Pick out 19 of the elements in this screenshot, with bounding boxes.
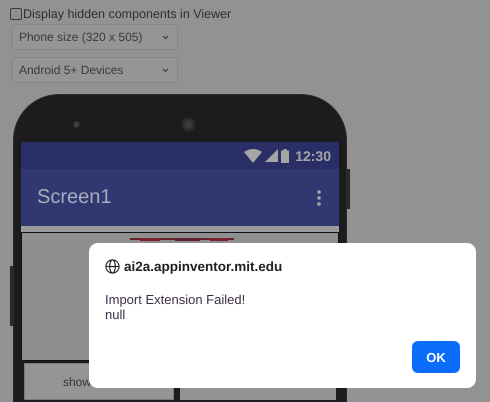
battery-icon: [281, 148, 290, 162]
camera-icon: [73, 121, 80, 128]
wifi-icon: [244, 148, 262, 162]
screen-title: Screen1: [37, 186, 112, 209]
checkbox-label: Display hidden components in Viewer: [23, 6, 232, 20]
dropdown[interactable]: Phone size (320 x 505): [12, 24, 178, 50]
status-time: 12:30: [295, 148, 331, 164]
dialog-message: null: [105, 307, 126, 322]
dropdown[interactable]: Android 5+ Devices: [12, 57, 178, 83]
more-options-icon[interactable]: [317, 190, 321, 206]
globe-icon: [105, 259, 120, 274]
dialog-origin: ai2a.appinventor.mit.edu: [124, 259, 282, 274]
checkbox[interactable]: [10, 8, 22, 20]
speaker-icon: [181, 117, 196, 132]
signal-icon: [265, 149, 278, 162]
chevron-down-icon: [162, 68, 169, 72]
chevron-down-icon: [162, 34, 169, 40]
ok-button[interactable]: OK: [412, 341, 460, 373]
dialog-message: Import Extension Failed!: [105, 292, 246, 307]
